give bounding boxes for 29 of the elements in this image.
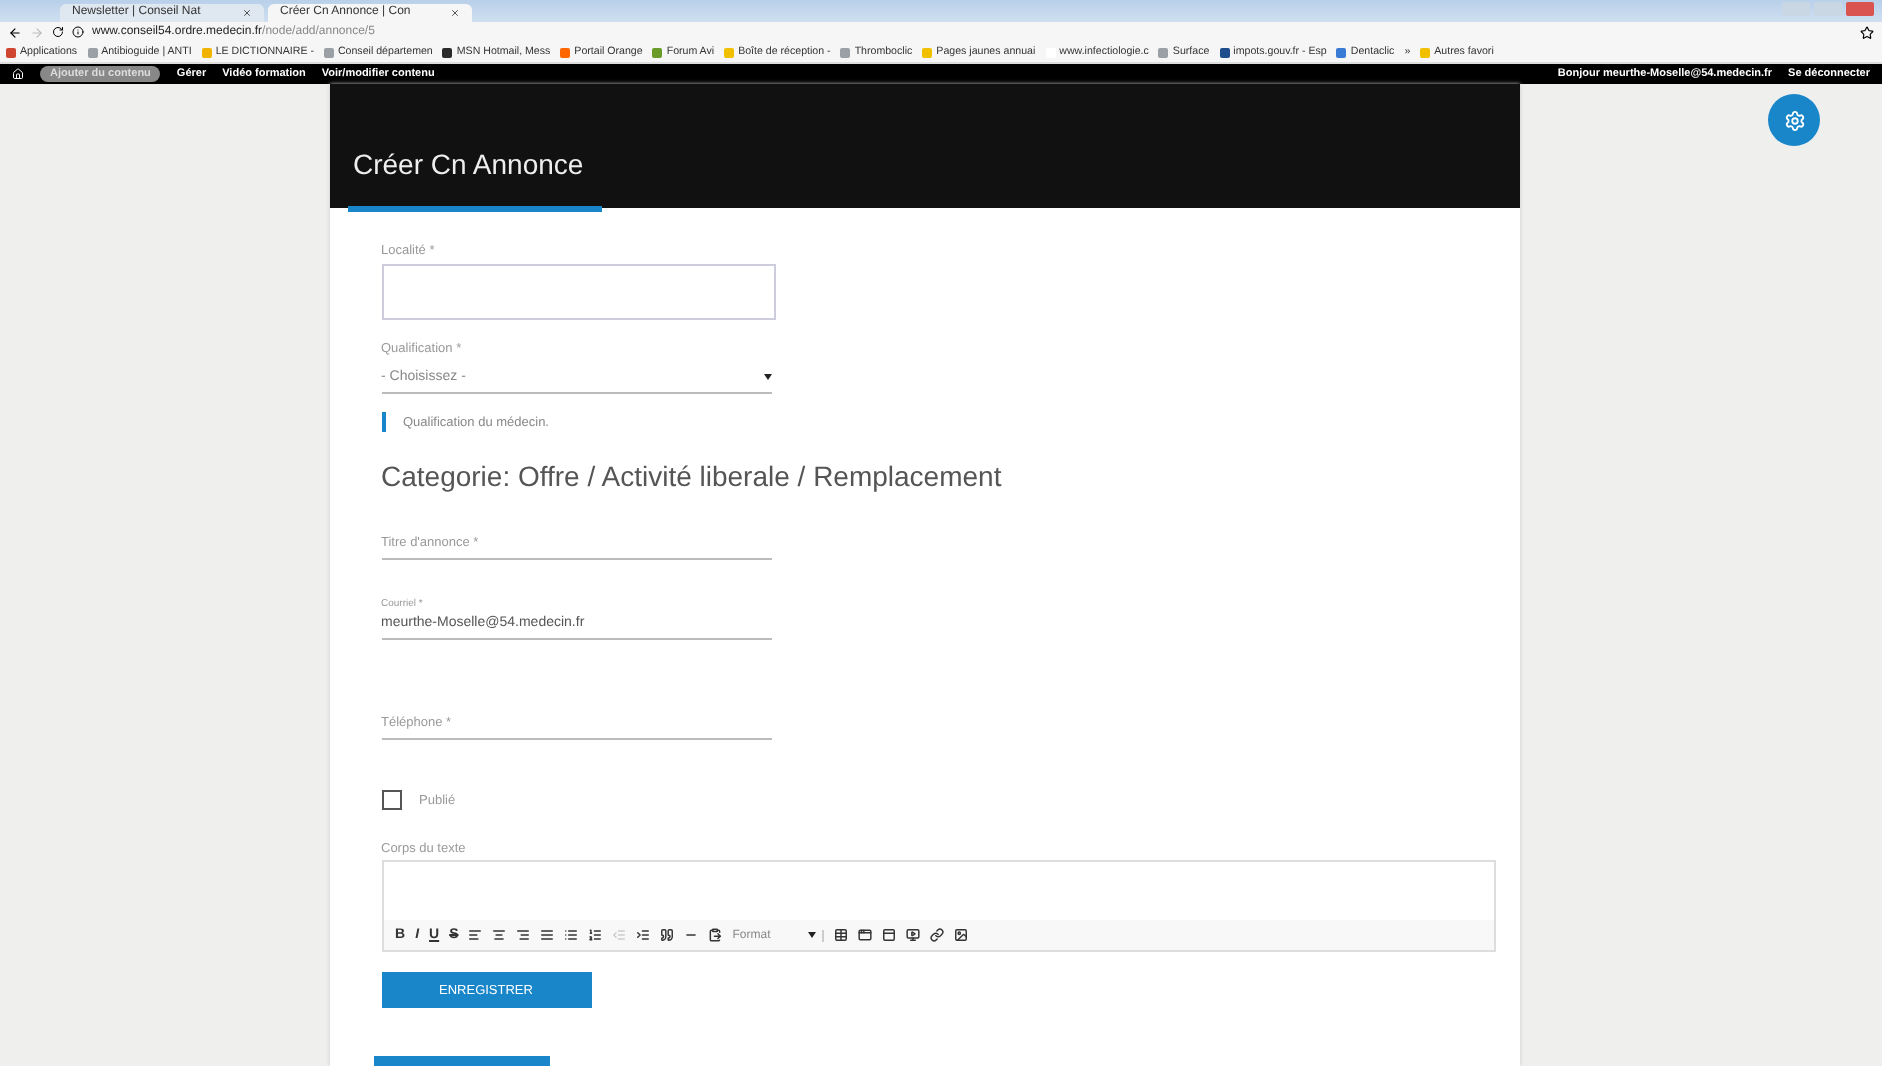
- reload-icon[interactable]: [52, 26, 64, 38]
- paste-button[interactable]: [708, 928, 723, 942]
- home-icon[interactable]: [12, 68, 24, 80]
- settings-button[interactable]: [1768, 94, 1820, 146]
- bullet-list-button[interactable]: [564, 928, 579, 942]
- frame-button[interactable]: [882, 928, 897, 942]
- align-left-button[interactable]: [468, 928, 483, 942]
- image-button[interactable]: [954, 928, 969, 942]
- bookmark-star-icon[interactable]: [1860, 25, 1874, 39]
- link-button[interactable]: [930, 928, 945, 942]
- window-button[interactable]: [858, 928, 873, 942]
- align-center-button[interactable]: [492, 928, 507, 942]
- gear-icon[interactable]: [1783, 109, 1805, 131]
- input-field[interactable]: [381, 264, 775, 320]
- media-button[interactable]: [906, 928, 921, 942]
- align-justify-button[interactable]: [540, 928, 555, 942]
- quote-button[interactable]: [660, 928, 675, 942]
- checkbox[interactable]: [381, 790, 401, 810]
- indent-button[interactable]: [636, 928, 651, 942]
- caret-icon: [763, 373, 771, 379]
- page-title: Créer Cn Annonce: [353, 148, 584, 180]
- help-marker: [381, 412, 385, 432]
- numbered-list-button[interactable]: [588, 928, 603, 942]
- align-right-button[interactable]: [516, 928, 531, 942]
- horizontal-line-button[interactable]: [684, 928, 699, 942]
- back-icon[interactable]: [8, 25, 22, 39]
- category-heading: Categorie: Offre / Activité liberale / Remplacement: [381, 460, 1004, 492]
- info-icon[interactable]: [72, 26, 84, 38]
- table-button[interactable]: [834, 928, 849, 942]
